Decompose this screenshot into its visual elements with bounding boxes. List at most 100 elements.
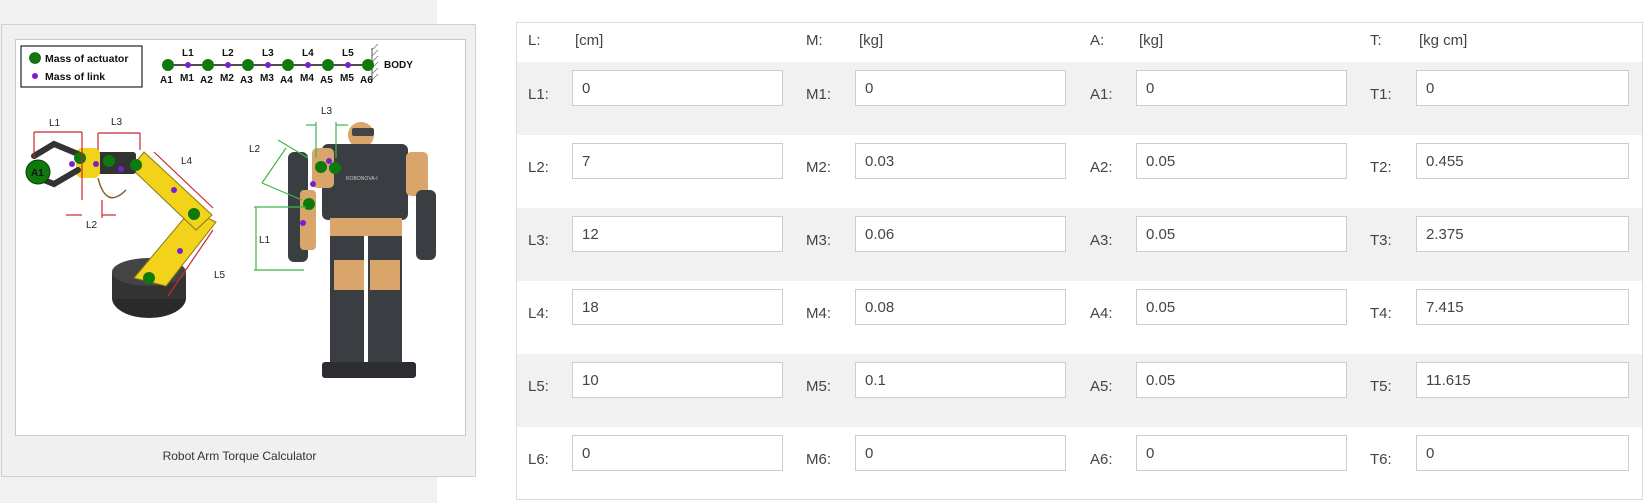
t-row-label: T5: <box>1370 378 1392 395</box>
m3-input[interactable] <box>855 216 1066 252</box>
chain-mass-dot <box>345 62 351 68</box>
m2-input[interactable] <box>855 143 1066 179</box>
header-l-label: L: <box>528 32 541 49</box>
l3-input[interactable] <box>572 216 783 252</box>
chain-actuator-dot <box>202 59 214 71</box>
t-row-label: T1: <box>1370 86 1392 103</box>
chain-schematic: BODY A1 A2 A3 A4 A5 A6 M1 M2 M3 M4 M5 L1 L2 L3 L4 L5 <box>160 43 413 86</box>
arm-label-l3: L3 <box>111 117 123 128</box>
legend: Mass of actuator Mass of link <box>20 45 143 88</box>
figure-panel: Mass of actuator Mass of link BODY A1 A2 A… <box>1 24 476 477</box>
l-row-label: L6: <box>528 451 549 468</box>
header-t-unit: [kg cm] <box>1419 32 1468 49</box>
diagram-svg: Mass of actuator Mass of link BODY A1 A2 A… <box>20 43 436 378</box>
l5-input[interactable] <box>572 362 783 398</box>
chain-actuator-label: A4 <box>280 75 293 86</box>
l2-input[interactable] <box>572 143 783 179</box>
legend-actuator-label: Mass of actuator <box>45 53 128 65</box>
chain-link-label: L3 <box>262 48 274 59</box>
chain-mass-label: M1 <box>180 73 194 84</box>
l-row-label: L4: <box>528 305 549 322</box>
figure-caption: Robot Arm Torque Calculator <box>162 449 317 463</box>
arm-label-l4: L4 <box>181 156 193 167</box>
a1-input[interactable] <box>1136 70 1347 106</box>
l-row-label: L3: <box>528 232 549 249</box>
a-row-label: A1: <box>1090 86 1113 103</box>
m-row-label: M1: <box>806 86 832 103</box>
l-row-label: L1: <box>528 86 549 103</box>
chain-actuator-label: A6 <box>360 75 373 86</box>
table-row: L5: M5: A5: T5: <box>517 354 1642 427</box>
chain-actuator-dot <box>282 59 294 71</box>
header-a-unit: [kg] <box>1139 32 1164 49</box>
a-row-label: A5: <box>1090 378 1113 395</box>
t-row-label: T2: <box>1370 159 1392 176</box>
chain-actuator-dot <box>322 59 334 71</box>
l4-input[interactable] <box>572 289 783 325</box>
m-row-label: M3: <box>806 232 832 249</box>
a4-input[interactable] <box>1136 289 1347 325</box>
l6-input[interactable] <box>572 435 783 471</box>
m-row-label: M6: <box>806 451 832 468</box>
actuator-legend-icon <box>29 52 41 64</box>
chain-actuator-dot <box>162 59 174 71</box>
chain-link-label: L4 <box>302 48 314 59</box>
t6-input[interactable] <box>1416 435 1629 471</box>
m4-input[interactable] <box>855 289 1066 325</box>
header-t-label: T: <box>1370 32 1382 49</box>
a2-input[interactable] <box>1136 143 1347 179</box>
a6-input[interactable] <box>1136 435 1347 471</box>
header-l-unit: [cm] <box>575 32 604 49</box>
t-row-label: T4: <box>1370 305 1392 322</box>
arm-label-l2: L2 <box>86 220 98 231</box>
body-label: BODY <box>384 60 413 71</box>
a-row-label: A4: <box>1090 305 1113 322</box>
torque-table: L: [cm] M: [kg] A: [kg] T: [kg cm] L1: M1… <box>516 22 1643 500</box>
table-header-row: L: [cm] M: [kg] A: [kg] T: [kg cm] <box>517 23 1642 62</box>
t1-input[interactable] <box>1416 70 1629 106</box>
link-mass-legend-icon <box>32 73 38 79</box>
chain-mass-dot <box>305 62 311 68</box>
m-row-label: M4: <box>806 305 832 322</box>
t-row-label: T6: <box>1370 451 1392 468</box>
chain-mass-dot <box>265 62 271 68</box>
chain-link-label: L1 <box>182 48 194 59</box>
l-row-label: L2: <box>528 159 549 176</box>
chain-link-label: L5 <box>342 48 354 59</box>
m-row-label: M5: <box>806 378 832 395</box>
header-a-label: A: <box>1090 32 1105 49</box>
table-row: L6: M6: A6: T6: <box>517 427 1642 500</box>
humanoid-label-l2: L2 <box>249 144 261 155</box>
m6-input[interactable] <box>855 435 1066 471</box>
chain-actuator-label: A2 <box>200 75 213 86</box>
a3-input[interactable] <box>1136 216 1347 252</box>
arm-label-l1: L1 <box>49 118 61 129</box>
t4-input[interactable] <box>1416 289 1629 325</box>
table-row: L2: M2: A2: T2: <box>517 135 1642 208</box>
t2-input[interactable] <box>1416 143 1629 179</box>
a5-input[interactable] <box>1136 362 1347 398</box>
m5-input[interactable] <box>855 362 1066 398</box>
t-row-label: T3: <box>1370 232 1392 249</box>
chain-mass-label: M5 <box>340 73 354 84</box>
l-row-label: L5: <box>528 378 549 395</box>
t5-input[interactable] <box>1416 362 1629 398</box>
chain-mass-label: M4 <box>300 73 314 84</box>
chain-mass-dot <box>225 62 231 68</box>
robot-arm-illustration: A1 L1 L3 L4 L2 L5 <box>25 117 226 318</box>
m-row-label: M2: <box>806 159 832 176</box>
humanoid-label-l1: L1 <box>259 235 271 246</box>
m1-input[interactable] <box>855 70 1066 106</box>
chain-actuator-dot <box>362 59 374 71</box>
humanoid-robot-illustration: ROBONOVA-I L3 L2 L1 <box>249 106 436 378</box>
legend-link-label: Mass of link <box>45 71 105 83</box>
header-m-unit: [kg] <box>859 32 884 49</box>
arm-label-l5: L5 <box>214 270 226 281</box>
chain-mass-label: M2 <box>220 73 234 84</box>
humanoid-label-l3: L3 <box>321 106 333 117</box>
l1-input[interactable] <box>572 70 783 106</box>
chain-actuator-dot <box>242 59 254 71</box>
svg-text:ROBONOVA-I: ROBONOVA-I <box>346 176 378 182</box>
t3-input[interactable] <box>1416 216 1629 252</box>
chain-actuator-label: A1 <box>160 75 173 86</box>
